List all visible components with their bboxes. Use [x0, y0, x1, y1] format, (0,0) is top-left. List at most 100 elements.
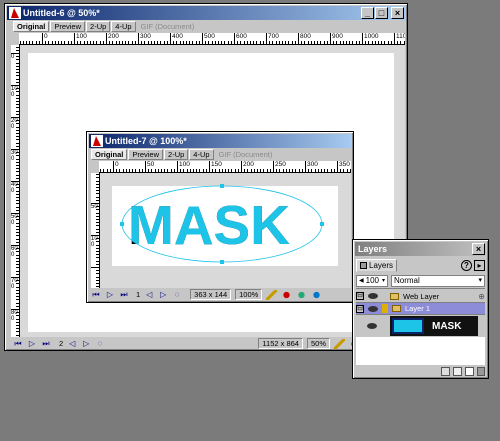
handle-bottom[interactable] — [220, 260, 224, 264]
first-frame-icon[interactable]: ⏮ — [91, 290, 101, 300]
help-icon[interactable]: ? — [461, 259, 472, 271]
panel-menu-icon[interactable]: ▸ — [474, 259, 485, 271]
handle-left[interactable] — [120, 222, 124, 226]
ruler-tick — [279, 169, 281, 172]
object-thumbnail[interactable]: MASK — [390, 316, 478, 336]
effects-icon[interactable] — [311, 289, 323, 300]
pencil-icon[interactable] — [334, 338, 345, 349]
ruler-tick — [182, 41, 184, 44]
panel-title-bar[interactable]: Layers × — [355, 242, 486, 256]
tab-4-up[interactable]: 4-Up — [111, 21, 136, 32]
collapse-icon[interactable]: ⊟ — [356, 292, 364, 300]
ruler-tick — [272, 41, 274, 44]
loop-icon[interactable]: ◌ — [95, 339, 105, 349]
title-bar[interactable]: Untitled-7 @ 100%* — [89, 134, 351, 148]
layers-list-empty[interactable] — [356, 337, 485, 365]
ruler-tick — [141, 169, 143, 172]
tab-preview[interactable]: Preview — [128, 149, 164, 160]
ruler-tick — [96, 174, 99, 176]
last-frame-icon[interactable]: ⏭ — [119, 290, 129, 300]
loop-icon[interactable]: ◌ — [172, 290, 182, 300]
collapse-icon[interactable]: ⊟ — [356, 304, 364, 313]
ruler-tick — [317, 41, 319, 44]
ruler-tick — [16, 46, 19, 48]
ruler-tick — [16, 72, 19, 74]
ruler-label: 500 — [11, 214, 18, 226]
eye-icon[interactable] — [368, 293, 378, 299]
canvas-size[interactable]: 363 x 144 — [190, 289, 232, 300]
share-icon[interactable]: ⊕ — [478, 292, 485, 301]
ruler-tick — [96, 183, 99, 185]
trash-icon[interactable] — [477, 366, 485, 376]
tab-4-up[interactable]: 4-Up — [189, 149, 214, 160]
ruler-tick — [275, 41, 277, 44]
new-layer-icon[interactable] — [465, 366, 474, 376]
color-icon[interactable] — [296, 289, 308, 300]
ruler-tick — [307, 41, 309, 44]
panel-close-button[interactable]: × — [472, 243, 485, 255]
first-frame-icon[interactable]: ⏮ — [13, 339, 23, 349]
ruler-tick — [323, 41, 325, 44]
title-bar[interactable]: Untitled-6 @ 50%* _ □ × — [7, 6, 405, 20]
mask-graphic[interactable]: MASK MASK — [112, 184, 338, 266]
tab-original[interactable]: Original — [13, 21, 50, 32]
canvas-size[interactable]: 1152 x 864 — [258, 338, 303, 349]
ruler-tick — [16, 133, 19, 134]
ruler-tick — [16, 232, 19, 234]
tab-preview[interactable]: Preview — [50, 21, 86, 32]
ruler-tick — [16, 107, 19, 109]
zoom-select[interactable]: 50% — [306, 338, 330, 349]
opacity-dropdown-icon: ▾ — [381, 278, 385, 284]
web-layer-label[interactable]: Web Layer — [403, 292, 439, 301]
document-canvas[interactable]: MASK MASK — [112, 184, 338, 266]
tab-layers[interactable]: Layers — [356, 258, 398, 272]
prev-frame-icon[interactable]: ◁ — [144, 290, 154, 300]
blend-mode-value: Normal — [394, 275, 420, 285]
ruler-tick — [317, 169, 319, 172]
zoom-select[interactable]: 100% — [235, 289, 263, 300]
eye-icon[interactable] — [368, 305, 378, 312]
eye-icon[interactable] — [367, 323, 377, 329]
minimize-button[interactable]: _ — [361, 7, 374, 19]
close-button[interactable]: × — [391, 7, 404, 19]
ruler-tick — [16, 206, 19, 208]
layer-1-label[interactable]: Layer 1 — [405, 304, 430, 313]
tab-2-up[interactable]: 2-Up — [86, 21, 111, 32]
play-icon[interactable]: ▷ — [105, 290, 115, 300]
blend-mode-select[interactable]: Normal ▾ — [391, 274, 485, 287]
ruler-tick — [134, 41, 136, 44]
paint-bucket-icon[interactable] — [281, 289, 293, 300]
maximize-button[interactable]: □ — [375, 7, 388, 19]
play-icon[interactable]: ▷ — [27, 339, 37, 349]
tab-original[interactable]: Original — [91, 149, 128, 160]
ruler-tick — [16, 328, 19, 330]
ruler-tick — [16, 168, 19, 170]
pencil-icon[interactable] — [266, 289, 278, 300]
ruler-tick — [209, 161, 210, 172]
last-frame-icon[interactable]: ⏭ — [41, 339, 51, 349]
new-bitmap-icon[interactable] — [441, 366, 450, 376]
opacity-field[interactable]: ◀ 100 ▾ — [356, 274, 388, 287]
ruler-tick — [330, 33, 331, 44]
canvas-area[interactable]: MASK MASK — [100, 173, 351, 288]
next-frame-icon[interactable]: ▷ — [158, 290, 168, 300]
tab-2-up[interactable]: 2-Up — [164, 149, 189, 160]
ruler-tick — [227, 41, 229, 44]
ruler-tick — [173, 169, 175, 172]
ruler-tick — [262, 41, 264, 44]
ruler-tick — [112, 41, 114, 44]
ruler-tick — [161, 169, 162, 172]
ruler-tick — [16, 104, 19, 106]
ruler-tick — [384, 41, 386, 44]
prev-frame-icon[interactable]: ◁ — [67, 339, 77, 349]
pencil-edit-icon[interactable] — [382, 304, 388, 313]
ruler-tick — [311, 169, 313, 172]
add-mask-icon[interactable] — [453, 366, 462, 376]
mask-thumbnail-text: MASK — [432, 320, 462, 332]
next-frame-icon[interactable]: ▷ — [81, 339, 91, 349]
handle-right[interactable] — [320, 222, 324, 226]
ruler-tick — [301, 169, 303, 172]
handle-top[interactable] — [220, 184, 224, 188]
ruler-tick — [374, 41, 376, 44]
ruler-tick — [16, 273, 19, 275]
